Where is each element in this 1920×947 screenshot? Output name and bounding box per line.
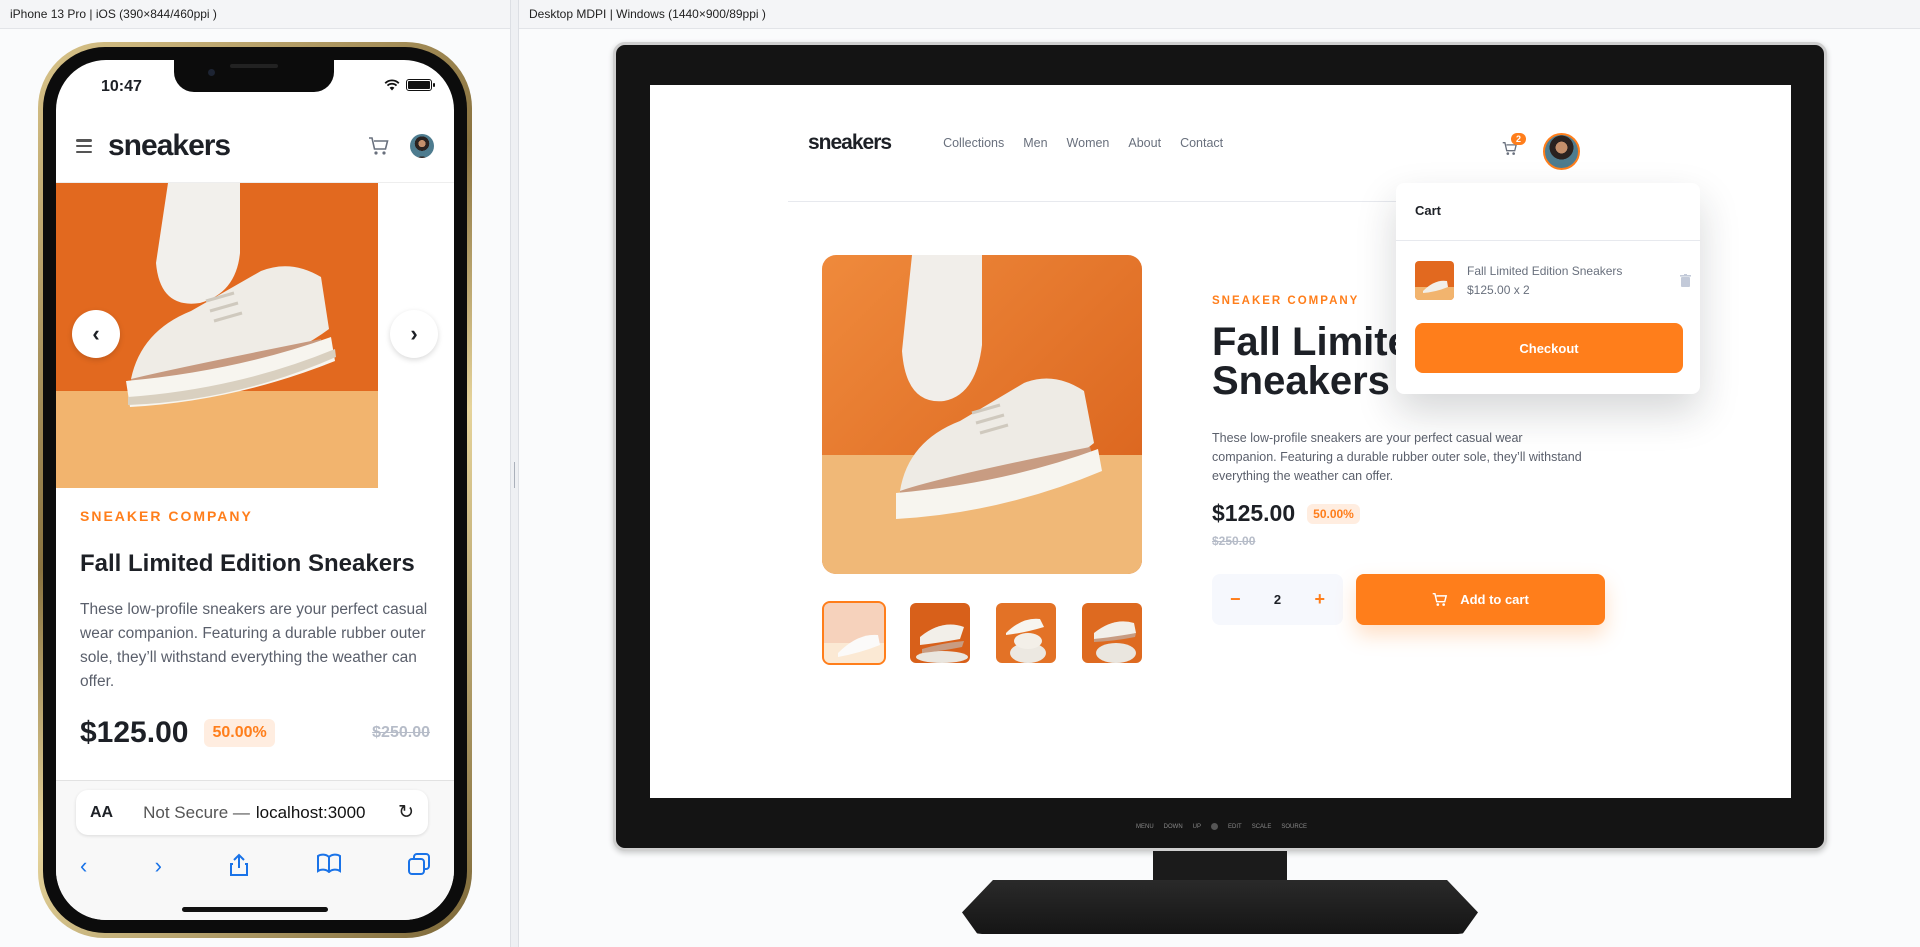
nav-men[interactable]: Men xyxy=(1023,136,1047,150)
decrease-quantity-button[interactable]: − xyxy=(1230,589,1241,610)
original-price: $250.00 xyxy=(1212,534,1256,548)
nav-about[interactable]: About xyxy=(1128,136,1161,150)
thumbnail-1[interactable] xyxy=(822,601,886,665)
back-chevron-icon[interactable]: ‹ xyxy=(80,853,87,879)
reader-aa-button[interactable]: AA xyxy=(90,804,113,822)
monitor-button-down[interactable]: DOWN xyxy=(1164,824,1183,830)
book-icon[interactable] xyxy=(316,853,341,873)
thumbnail-2[interactable] xyxy=(908,601,972,665)
monitor-stand-base xyxy=(962,880,1478,934)
avatar[interactable] xyxy=(1543,133,1580,170)
chevron-left-icon[interactable]: ‹ xyxy=(72,310,120,358)
increase-quantity-button[interactable]: + xyxy=(1314,589,1325,610)
thumbnail-4[interactable] xyxy=(1080,601,1144,665)
menu-icon[interactable] xyxy=(76,139,92,153)
url-host: localhost:3000 xyxy=(255,802,366,822)
sneaker-photo xyxy=(822,255,1142,574)
product-description: These low-profile sneakers are your perf… xyxy=(80,601,428,690)
cart-title: Cart xyxy=(1396,183,1700,241)
mobile-viewport: 10:47 sneakers ‹ › SNEAKER COMPANY Fall … xyxy=(56,60,454,920)
cart-icon[interactable] xyxy=(368,136,390,156)
chevron-right-icon[interactable]: › xyxy=(390,310,438,358)
discount-badge: 50.00% xyxy=(1307,503,1360,524)
cart-item-thumbnail xyxy=(1415,261,1454,300)
device-label-desktop: Desktop MDPI | Windows (1440×900/89ppi ) xyxy=(519,0,1920,29)
mobile-logo[interactable]: sneakers xyxy=(108,129,231,163)
add-to-cart-button[interactable]: Add to cart xyxy=(1356,574,1605,625)
mobile-product-info: SNEAKER COMPANY Fall Limited Edition Sne… xyxy=(80,508,430,750)
trash-icon[interactable] xyxy=(1680,274,1691,287)
safari-toolbar: AA Not Secure — localhost:3000 ↻ ‹ › xyxy=(56,780,454,920)
checkout-button[interactable]: Checkout xyxy=(1415,323,1683,373)
battery-icon xyxy=(406,79,435,91)
cart-button[interactable]: 2 xyxy=(1502,133,1526,161)
monitor-stand-neck xyxy=(1153,851,1287,885)
cart-icon xyxy=(1432,592,1448,606)
product-main-image[interactable] xyxy=(822,255,1142,574)
nav-women[interactable]: Women xyxy=(1067,136,1110,150)
quantity-stepper[interactable]: − 2 + xyxy=(1212,574,1343,625)
product-title: Fall Limited Edition Sneakers xyxy=(80,550,415,577)
cart-dropdown: Cart Fall Limited Edition Sneakers $125.… xyxy=(1396,183,1700,394)
device-label-mobile: iPhone 13 Pro | iOS (390×844/460ppi ) xyxy=(0,0,510,29)
home-indicator xyxy=(182,907,328,912)
security-label: Not Secure — xyxy=(143,802,250,822)
cart-item: Fall Limited Edition Sneakers $125.00 x … xyxy=(1415,261,1691,300)
main-nav: Collections Men Women About Contact xyxy=(943,136,1223,150)
original-price: $250.00 xyxy=(372,724,430,741)
iphone-frame: 10:47 sneakers ‹ › SNEAKER COMPANY Fall … xyxy=(38,42,472,938)
monitor-buttons: MENU DOWN UP EDIT SCALE SOURCE xyxy=(1136,823,1307,830)
monitor-button-menu[interactable]: MENU xyxy=(1136,824,1154,830)
mobile-header: sneakers xyxy=(56,110,454,183)
pane-splitter[interactable] xyxy=(510,0,519,947)
cart-item-price: $125.00 x 2 xyxy=(1467,282,1530,297)
desktop-viewport: sneakers Collections Men Women About Con… xyxy=(650,85,1791,798)
nav-collections[interactable]: Collections xyxy=(943,136,1004,150)
thumbnail-gallery xyxy=(822,601,1144,665)
status-time: 10:47 xyxy=(101,78,142,95)
nav-contact[interactable]: Contact xyxy=(1180,136,1223,150)
monitor-button-scale[interactable]: SCALE xyxy=(1252,824,1272,830)
cart-count-badge: 2 xyxy=(1510,133,1526,145)
discount-badge: 50.00% xyxy=(204,719,275,747)
phone-notch xyxy=(174,60,334,92)
forward-chevron-icon[interactable]: › xyxy=(155,853,162,879)
purchase-actions: − 2 + Add to cart xyxy=(1212,574,1605,625)
monitor-button-up[interactable]: UP xyxy=(1193,824,1201,830)
desktop-logo[interactable]: sneakers xyxy=(808,131,892,155)
tabs-icon[interactable] xyxy=(407,853,430,875)
desktop-monitor: sneakers Collections Men Women About Con… xyxy=(613,42,1827,851)
reload-icon[interactable]: ↻ xyxy=(398,801,414,824)
monitor-button-source[interactable]: SOURCE xyxy=(1281,824,1307,830)
current-price: $125.00 xyxy=(1212,500,1296,526)
cart-item-name: Fall Limited Edition Sneakers xyxy=(1467,263,1623,278)
power-icon[interactable] xyxy=(1211,823,1219,830)
current-price: $125.00 xyxy=(80,716,189,749)
wifi-icon xyxy=(384,79,400,91)
product-title-line2: Sneakers xyxy=(1212,359,1390,403)
avatar[interactable] xyxy=(410,134,434,158)
address-bar[interactable]: AA Not Secure — localhost:3000 ↻ xyxy=(76,790,428,835)
add-to-cart-label: Add to cart xyxy=(1460,592,1529,607)
share-icon[interactable] xyxy=(229,853,249,877)
thumbnail-3[interactable] xyxy=(994,601,1058,665)
quantity-value: 2 xyxy=(1273,592,1282,607)
product-hero-image: ‹ › xyxy=(56,183,454,488)
monitor-button-edit[interactable]: EDIT xyxy=(1228,824,1242,830)
company-label: SNEAKER COMPANY xyxy=(80,508,253,524)
product-description: These low-profile sneakers are your perf… xyxy=(1212,431,1582,483)
